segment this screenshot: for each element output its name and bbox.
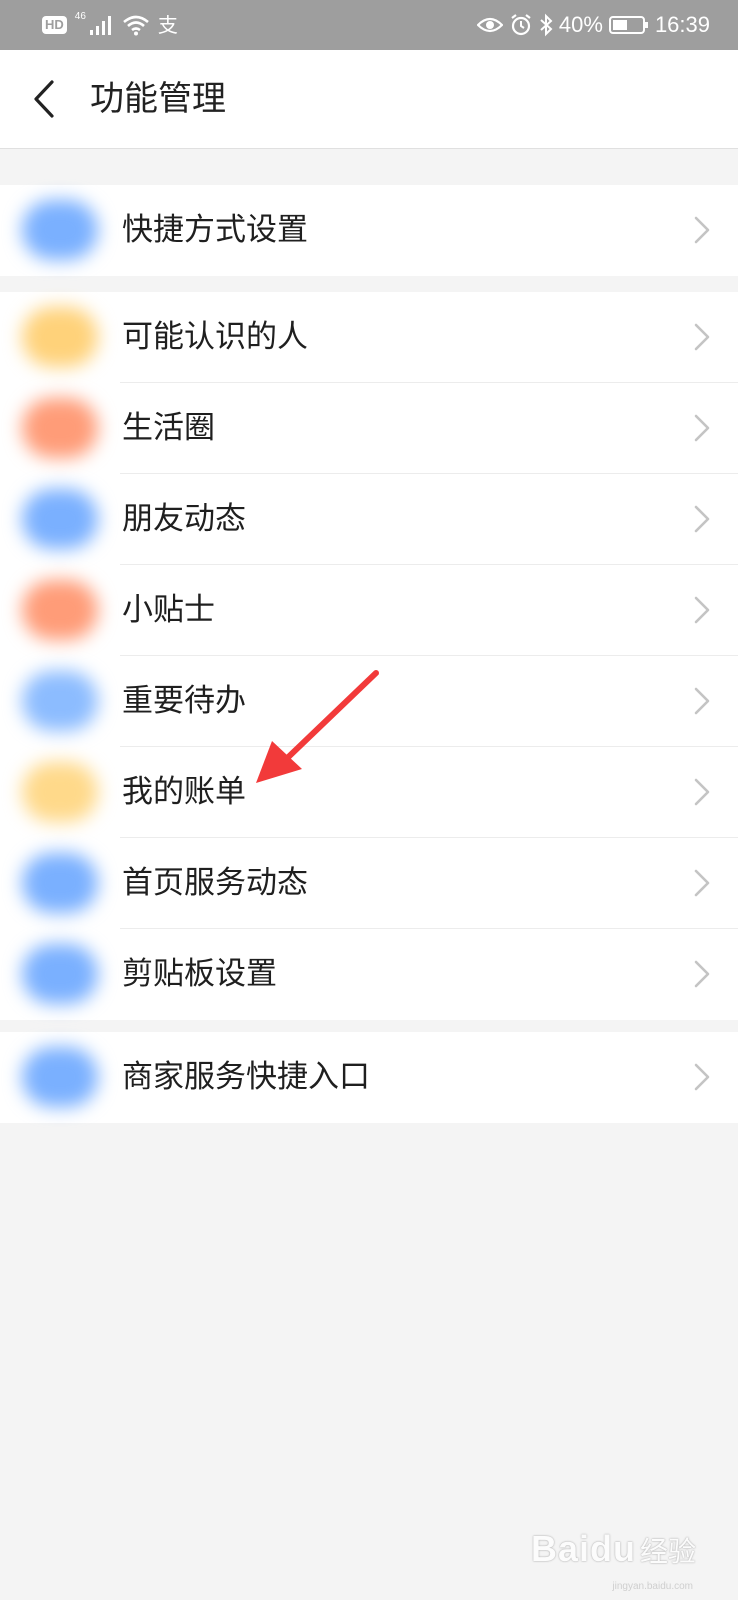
settings-group-features: 可能认识的人 生活圈 朋友动态 小贴士 重要待办 我的账单 首页服务动态 剪贴板…	[0, 292, 738, 1020]
chevron-right-icon	[694, 687, 710, 715]
battery-percent: 40%	[558, 12, 603, 37]
feature-icon	[22, 1047, 98, 1107]
alipay-icon: 支	[157, 13, 178, 37]
hd-badge: HD	[42, 16, 67, 34]
wifi-icon	[123, 15, 149, 36]
app-bar: 功能管理	[0, 50, 738, 149]
list-item[interactable]: 首页服务动态	[0, 838, 738, 929]
annotation-arrow-icon	[256, 670, 379, 783]
back-arrow-icon	[34, 80, 54, 118]
list-item[interactable]: 快捷方式设置	[0, 185, 738, 276]
chevron-right-icon	[694, 505, 710, 533]
status-bar-right: 40% 16:39	[476, 10, 710, 40]
list-item-label: 首页服务动态	[122, 865, 308, 901]
page-title: 功能管理	[90, 79, 226, 119]
watermark-sub: 经验	[639, 1535, 696, 1568]
list-item-label: 商家服务快捷入口	[122, 1059, 370, 1095]
chevron-right-icon	[694, 869, 710, 897]
feature-icon	[22, 671, 98, 731]
signal-icon	[89, 16, 111, 35]
list-item[interactable]: 生活圈	[0, 383, 738, 474]
feature-icon	[22, 200, 98, 260]
chevron-right-icon	[694, 216, 710, 244]
list-item-label: 我的账单	[122, 774, 246, 810]
list-item-label: 可能认识的人	[122, 319, 308, 355]
eye-icon	[476, 17, 503, 33]
list-item[interactable]: 可能认识的人	[0, 292, 738, 383]
chevron-right-icon	[694, 323, 710, 351]
list-item[interactable]: 剪贴板设置	[0, 929, 738, 1020]
feature-icon	[22, 762, 98, 822]
chevron-right-icon	[694, 1063, 710, 1091]
network-type: 46	[74, 11, 86, 22]
feature-icon	[22, 398, 98, 458]
list-item-label: 快捷方式设置	[122, 212, 308, 248]
feature-icon	[22, 489, 98, 549]
settings-group-merchant: 商家服务快捷入口	[0, 1032, 738, 1123]
alarm-icon	[511, 14, 531, 36]
list-item-label: 小贴士	[122, 592, 215, 628]
watermark: Baidu 经验	[531, 1528, 696, 1570]
chevron-right-icon	[694, 778, 710, 806]
watermark-url: jingyan.baidu.com	[612, 1581, 693, 1592]
bluetooth-icon	[540, 13, 553, 37]
feature-icon	[22, 307, 98, 367]
status-bar-left: HD 46 支	[42, 12, 178, 38]
watermark-logo: Baidu	[530, 1528, 636, 1569]
list-item-label: 朋友动态	[122, 501, 246, 537]
list-item[interactable]: 小贴士	[0, 565, 738, 656]
list-item[interactable]: 商家服务快捷入口	[0, 1032, 738, 1123]
back-button[interactable]	[22, 74, 66, 124]
status-bar: HD 46 支 40% 16:39	[0, 0, 738, 50]
chevron-right-icon	[694, 960, 710, 988]
settings-group-shortcuts: 快捷方式设置	[0, 185, 738, 276]
feature-icon	[22, 853, 98, 913]
chevron-right-icon	[694, 414, 710, 442]
list-item-label: 重要待办	[122, 683, 246, 719]
chevron-right-icon	[694, 596, 710, 624]
battery-icon	[608, 16, 648, 34]
feature-icon	[22, 944, 98, 1004]
list-item-label: 生活圈	[122, 410, 215, 446]
feature-icon	[22, 580, 98, 640]
status-time: 16:39	[654, 12, 710, 37]
list-item[interactable]: 朋友动态	[0, 474, 738, 565]
list-item-label: 剪贴板设置	[122, 956, 277, 992]
